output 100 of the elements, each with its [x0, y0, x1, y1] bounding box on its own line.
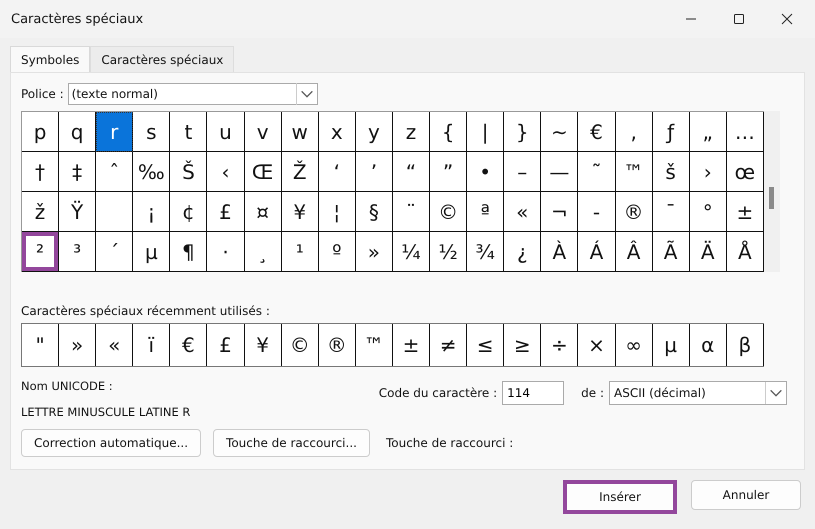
- font-dropdown[interactable]: (texte normal): [68, 83, 318, 105]
- symbol-cell[interactable]: µ: [133, 232, 170, 272]
- symbol-cell[interactable]: »: [356, 232, 393, 272]
- symbol-cell[interactable]: v: [244, 112, 282, 152]
- dialog-button[interactable]: Annuler: [691, 480, 801, 510]
- recent-symbol-cell[interactable]: ±: [392, 324, 430, 366]
- recent-symbol-cell[interactable]: ×: [578, 324, 616, 366]
- tab[interactable]: Symboles: [10, 46, 90, 72]
- symbol-cell[interactable]: Â: [616, 232, 653, 272]
- symbol-cell[interactable]: ¼: [392, 232, 430, 272]
- symbol-cell[interactable]: ¸: [244, 232, 282, 272]
- symbol-cell[interactable]: ¢: [170, 192, 208, 232]
- symbol-cell[interactable]: ¬: [541, 192, 578, 232]
- symbol-cell[interactable]: ¥: [282, 192, 319, 232]
- symbol-cell[interactable]: ¶: [170, 232, 208, 272]
- recent-symbol-cell[interactable]: ©: [282, 324, 319, 366]
- symbol-cell[interactable]: ¦: [318, 192, 356, 232]
- symbol-cell[interactable]: ”: [430, 152, 468, 192]
- symbol-cell[interactable]: ´: [96, 232, 134, 272]
- symbol-cell[interactable]: [96, 192, 134, 232]
- dialog-button[interactable]: Insérer: [563, 480, 677, 514]
- symbol-cell[interactable]: ½: [430, 232, 468, 272]
- recent-symbol-cell[interactable]: µ: [652, 324, 690, 366]
- symbol-cell[interactable]: ¡: [133, 192, 170, 232]
- symbol-cell[interactable]: Á: [578, 232, 616, 272]
- symbol-cell[interactable]: w: [282, 112, 319, 152]
- symbol-cell[interactable]: †: [22, 152, 60, 192]
- recent-symbol-cell[interactable]: ∞: [616, 324, 653, 366]
- symbol-cell[interactable]: ›: [690, 152, 727, 192]
- encoding-dropdown[interactable]: ASCII (décimal): [609, 381, 787, 405]
- symbol-cell[interactable]: y: [356, 112, 393, 152]
- recent-symbol-cell[interactable]: »: [59, 324, 96, 366]
- symbol-cell[interactable]: «: [504, 192, 542, 232]
- symbol-cell[interactable]: ‚: [616, 112, 653, 152]
- tab[interactable]: Caractères spéciaux: [90, 46, 234, 72]
- symbol-cell[interactable]: s: [133, 112, 170, 152]
- symbol-cell[interactable]: p: [22, 112, 60, 152]
- action-button[interactable]: Touche de raccourci...: [213, 429, 370, 457]
- recent-symbol-cell[interactable]: £: [207, 324, 245, 366]
- symbol-cell[interactable]: ¤: [244, 192, 282, 232]
- symbol-cell[interactable]: ‡: [59, 152, 96, 192]
- symbol-cell[interactable]: Ã: [652, 232, 690, 272]
- close-icon[interactable]: [781, 13, 793, 25]
- symbol-cell[interactable]: —: [541, 152, 578, 192]
- symbol-cell[interactable]: ‘: [318, 152, 356, 192]
- symbol-cell[interactable]: ¨: [392, 192, 430, 232]
- symbol-cell[interactable]: |: [467, 112, 504, 152]
- symbol-cell[interactable]: Œ: [244, 152, 282, 192]
- recent-symbol-cell[interactable]: α: [690, 324, 727, 366]
- symbol-cell[interactable]: º: [318, 232, 356, 272]
- action-button[interactable]: Correction automatique...: [21, 429, 202, 457]
- scrollbar[interactable]: [764, 111, 780, 272]
- symbol-cell[interactable]: ¿: [504, 232, 542, 272]
- symbol-cell[interactable]: Ÿ: [59, 192, 96, 232]
- symbol-cell[interactable]: ‰: [133, 152, 170, 192]
- symbol-cell[interactable]: „: [690, 112, 727, 152]
- recent-symbol-cell[interactable]: ≥: [504, 324, 542, 366]
- scrollbar-thumb[interactable]: [768, 187, 774, 209]
- recent-symbol-cell[interactable]: €: [170, 324, 208, 366]
- symbol-cell[interactable]: ³: [59, 232, 96, 272]
- symbol-cell[interactable]: ®: [616, 192, 653, 232]
- symbol-cell[interactable]: ƒ: [652, 112, 690, 152]
- symbol-cell[interactable]: ’: [356, 152, 393, 192]
- symbol-cell[interactable]: ¯: [652, 192, 690, 232]
- symbol-cell[interactable]: u: [207, 112, 245, 152]
- symbol-cell[interactable]: ~: [541, 112, 578, 152]
- recent-symbol-cell[interactable]: ¥: [244, 324, 282, 366]
- symbol-cell[interactable]: –: [504, 152, 542, 192]
- symbol-cell[interactable]: À: [541, 232, 578, 272]
- symbol-cell[interactable]: š: [652, 152, 690, 192]
- symbol-cell[interactable]: ¹: [282, 232, 319, 272]
- symbol-cell[interactable]: {: [430, 112, 468, 152]
- recent-symbol-cell[interactable]: ™: [356, 324, 393, 366]
- symbol-cell[interactable]: •: [467, 152, 504, 192]
- symbol-cell[interactable]: ·: [207, 232, 245, 272]
- recent-symbol-cell[interactable]: ÷: [541, 324, 578, 366]
- recent-symbol-cell[interactable]: ï: [133, 324, 170, 366]
- symbol-cell[interactable]: -: [578, 192, 616, 232]
- recent-symbol-cell[interactable]: ®: [318, 324, 356, 366]
- recent-symbol-cell[interactable]: ": [22, 324, 60, 366]
- symbol-cell[interactable]: Ä: [690, 232, 727, 272]
- recent-symbol-cell[interactable]: «: [96, 324, 134, 366]
- code-field[interactable]: 114: [502, 381, 564, 405]
- symbol-cell[interactable]: °: [690, 192, 727, 232]
- symbol-cell[interactable]: ™: [616, 152, 653, 192]
- symbol-cell[interactable]: Š: [170, 152, 208, 192]
- symbol-cell[interactable]: ž: [22, 192, 60, 232]
- symbol-cell[interactable]: z: [392, 112, 430, 152]
- symbol-cell[interactable]: r: [96, 112, 134, 152]
- symbol-cell[interactable]: t: [170, 112, 208, 152]
- symbol-cell[interactable]: £: [207, 192, 245, 232]
- symbol-cell[interactable]: Ž: [282, 152, 319, 192]
- symbol-cell[interactable]: ˜: [578, 152, 616, 192]
- symbol-cell[interactable]: }: [504, 112, 542, 152]
- symbol-cell[interactable]: ²: [22, 232, 60, 272]
- symbol-cell[interactable]: €: [578, 112, 616, 152]
- symbol-cell[interactable]: §: [356, 192, 393, 232]
- symbol-cell[interactable]: ¾: [467, 232, 504, 272]
- symbol-cell[interactable]: ©: [430, 192, 468, 232]
- maximize-icon[interactable]: [733, 13, 745, 25]
